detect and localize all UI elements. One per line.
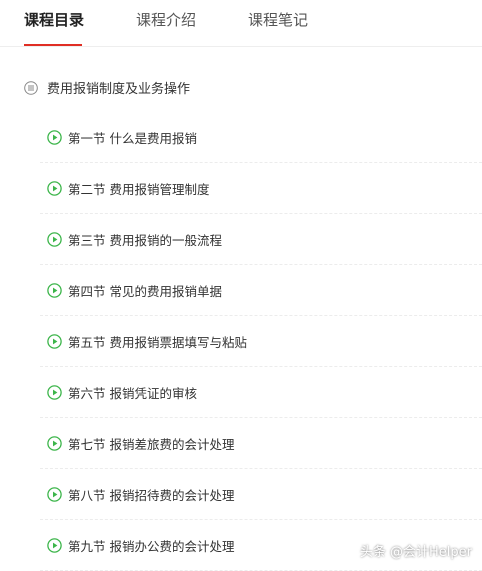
watermark: 头条 @会计Helper bbox=[359, 545, 472, 560]
chapter-title: 费用报销制度及业务操作 bbox=[47, 81, 191, 97]
course-tabs: 课程目录 课程介绍 课程笔记 bbox=[0, 0, 482, 47]
lesson-title: 第九节 报销办公费的会计处理 bbox=[68, 538, 235, 554]
play-icon bbox=[47, 129, 62, 145]
play-icon bbox=[47, 333, 62, 349]
tab-course-catalog[interactable]: 课程目录 bbox=[24, 10, 84, 30]
lesson-title: 第四节 常见的费用报销单据 bbox=[68, 283, 222, 299]
lesson-title: 第八节 报销招待费的会计处理 bbox=[68, 487, 235, 503]
lesson-title: 第六节 报销凭证的审核 bbox=[68, 385, 197, 401]
lesson-title: 第一节 什么是费用报销 bbox=[68, 130, 197, 146]
play-icon bbox=[47, 180, 62, 196]
lesson-item[interactable]: 第四节 常见的费用报销单据 bbox=[40, 265, 482, 316]
lesson-item[interactable]: 第五节 费用报销票据填写与粘贴 bbox=[40, 316, 482, 367]
play-icon bbox=[47, 384, 62, 400]
active-tab-indicator bbox=[24, 44, 82, 46]
lesson-item[interactable]: 第六节 报销凭证的审核 bbox=[40, 367, 482, 418]
lesson-item[interactable]: 第八节 报销招待费的会计处理 bbox=[40, 469, 482, 520]
lesson-item[interactable]: 第一节 什么是费用报销 bbox=[40, 112, 482, 163]
tab-course-notes[interactable]: 课程笔记 bbox=[248, 10, 308, 30]
lesson-title: 第三节 费用报销的一般流程 bbox=[68, 232, 222, 248]
tab-course-intro[interactable]: 课程介绍 bbox=[136, 10, 196, 30]
lesson-item[interactable]: 第三节 费用报销的一般流程 bbox=[40, 214, 482, 265]
play-icon bbox=[47, 231, 62, 247]
lesson-item[interactable]: 第七节 报销差旅费的会计处理 bbox=[40, 418, 482, 469]
lesson-list: 第一节 什么是费用报销 第二节 费用报销管理制度 第三节 费用报销的一般流程 第… bbox=[40, 112, 482, 571]
play-icon bbox=[47, 282, 62, 298]
play-icon bbox=[47, 435, 62, 451]
play-icon bbox=[47, 537, 62, 553]
lesson-title: 第七节 报销差旅费的会计处理 bbox=[68, 436, 235, 452]
play-icon bbox=[47, 486, 62, 502]
lesson-item[interactable]: 第二节 费用报销管理制度 bbox=[40, 163, 482, 214]
chapter-header[interactable]: 费用报销制度及业务操作 bbox=[24, 76, 190, 98]
lesson-title: 第二节 费用报销管理制度 bbox=[68, 181, 210, 197]
list-icon bbox=[24, 80, 38, 95]
lesson-title: 第五节 费用报销票据填写与粘贴 bbox=[68, 334, 247, 350]
